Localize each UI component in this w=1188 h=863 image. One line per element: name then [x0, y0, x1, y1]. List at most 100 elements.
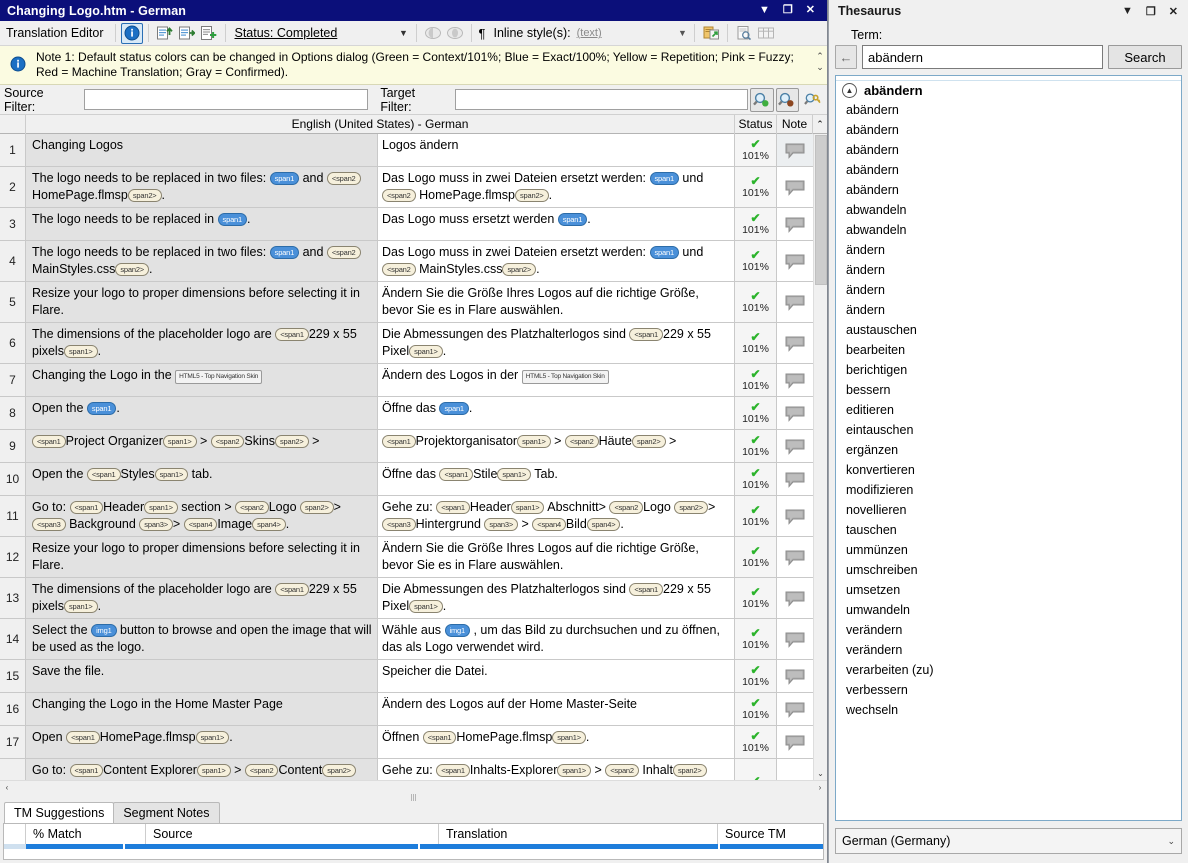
target-cell[interactable]: Ändern des Logos in der HTML5 - Top Navi… — [378, 364, 735, 396]
inline-tag[interactable]: <span2 — [382, 189, 416, 202]
note-cell[interactable] — [777, 430, 813, 462]
note-cell[interactable] — [777, 323, 813, 363]
inline-tag[interactable]: HTML5 - Top Navigation Skin — [522, 370, 609, 384]
list-item[interactable]: ergänzen — [836, 440, 1181, 460]
source-cell[interactable]: Changing the Logo in the Home Master Pag… — [26, 693, 378, 725]
status-badge[interactable]: ✔101% — [735, 660, 777, 692]
source-cell[interactable]: Open the span1. — [26, 397, 378, 429]
note-cell[interactable] — [777, 364, 813, 396]
table-row[interactable]: 5Resize your logo to proper dimensions b… — [0, 282, 813, 323]
target-cell[interactable]: Wähle aus img1 , um das Bild zu durchsuc… — [378, 619, 735, 659]
tm-col-translation[interactable]: Translation — [439, 824, 718, 844]
inline-tag[interactable]: <span1 — [66, 731, 100, 744]
row-number[interactable]: 1 — [0, 134, 26, 166]
row-number[interactable]: 11 — [0, 496, 26, 536]
status-badge[interactable]: ✔101% — [735, 726, 777, 758]
table-row[interactable]: 17Open <span1HomePage.flmspspan1>.Öffnen… — [0, 726, 813, 759]
term-input[interactable] — [862, 45, 1103, 69]
status-badge[interactable]: ✔101% — [735, 496, 777, 536]
source-cell[interactable]: Open the <span1Stylesspan1> tab. — [26, 463, 378, 495]
status-dropdown[interactable]: Status: Completed ▼ — [231, 23, 411, 43]
inline-tag[interactable]: <span3 — [32, 518, 66, 531]
chevron-down-icon-3[interactable]: ⌄ — [1167, 836, 1175, 847]
table-row[interactable]: 13The dimensions of the placeholder logo… — [0, 578, 813, 619]
inline-tag[interactable]: span2> — [115, 263, 149, 276]
table-row[interactable]: 3The logo needs to be replaced in span1.… — [0, 208, 813, 241]
source-cell[interactable]: The dimensions of the placeholder logo a… — [26, 323, 378, 363]
inline-tag[interactable]: span1> — [155, 468, 189, 481]
source-cell[interactable]: Open <span1HomePage.flmspspan1>. — [26, 726, 378, 758]
inline-tag[interactable]: span1 — [439, 402, 468, 415]
table-row[interactable]: 6The dimensions of the placeholder logo … — [0, 323, 813, 364]
list-item[interactable]: ändern — [836, 260, 1181, 280]
inline-tag[interactable]: span3> — [484, 518, 518, 531]
list-item[interactable]: eintauschen — [836, 420, 1181, 440]
inline-tag[interactable]: <span2 — [235, 501, 269, 514]
inline-tag[interactable]: span2> — [632, 435, 666, 448]
thesaurus-results[interactable]: ▲ abändern abändernabändernabändernabänd… — [835, 75, 1182, 821]
panel-splitter[interactable]: ||| — [0, 794, 827, 801]
inline-tag[interactable]: span2> — [322, 764, 356, 777]
inline-tag[interactable]: <span2 — [327, 246, 361, 259]
inline-tag[interactable]: <span1 — [275, 583, 309, 596]
source-cell[interactable]: Changing Logos — [26, 134, 378, 166]
inline-tag[interactable]: span1 — [650, 246, 679, 259]
source-cell[interactable]: The logo needs to be replaced in span1. — [26, 208, 378, 240]
list-item[interactable]: wechseln — [836, 700, 1181, 720]
table-row[interactable]: 16Changing the Logo in the Home Master P… — [0, 693, 813, 726]
inline-tag[interactable]: <span4 — [184, 518, 218, 531]
table-row[interactable]: 11Go to: <span1Headerspan1> section > <s… — [0, 496, 813, 537]
paragraph-mark-icon[interactable]: ¶ — [477, 26, 490, 41]
inline-tag[interactable]: span1> — [197, 764, 231, 777]
row-number[interactable]: 10 — [0, 463, 26, 495]
inline-tag[interactable]: <span1 — [70, 501, 104, 514]
status-badge[interactable]: ✔101% — [735, 282, 777, 322]
table-row[interactable]: 2The logo needs to be replaced in two fi… — [0, 167, 813, 208]
inline-tag[interactable]: <span2 — [382, 263, 416, 276]
status-badge[interactable]: ✔101% — [735, 364, 777, 396]
inline-tag[interactable]: <span2 — [565, 435, 599, 448]
inline-tag[interactable]: span1> — [511, 501, 545, 514]
inline-tag[interactable]: span1 — [87, 402, 116, 415]
table-row[interactable]: 10Open the <span1Stylesspan1> tab.Öffne … — [0, 463, 813, 496]
inline-tag[interactable]: span1> — [196, 731, 230, 744]
inline-tag[interactable]: HTML5 - Top Navigation Skin — [175, 370, 262, 384]
note-cell[interactable] — [777, 578, 813, 618]
tm-col-match[interactable]: % Match — [26, 824, 146, 844]
table-row[interactable]: 18Go to: <span1Content Explorerspan1> > … — [0, 759, 813, 780]
source-cell[interactable]: Go to: <span1Headerspan1> section > <spa… — [26, 496, 378, 536]
status-badge[interactable]: ✔101% — [735, 463, 777, 495]
inline-tag[interactable]: <span4 — [532, 518, 566, 531]
note-cell[interactable] — [777, 282, 813, 322]
list-item[interactable]: ummünzen — [836, 540, 1181, 560]
list-item[interactable]: abändern — [836, 180, 1181, 200]
note-cell[interactable] — [777, 660, 813, 692]
list-item[interactable]: verändern — [836, 620, 1181, 640]
list-item[interactable]: editieren — [836, 400, 1181, 420]
add-segment-icon[interactable] — [198, 23, 220, 44]
target-cell[interactable]: Das Logo muss ersetzt werden span1. — [378, 208, 735, 240]
target-cell[interactable]: Ändern Sie die Größe Ihres Logos auf die… — [378, 537, 735, 577]
status-badge[interactable]: ✔101% — [735, 167, 777, 207]
source-cell[interactable]: The logo needs to be replaced in two fil… — [26, 241, 378, 281]
arrow-left-icon[interactable]: ← — [835, 45, 857, 69]
inline-tag[interactable]: <span2 — [327, 172, 361, 185]
row-number[interactable]: 4 — [0, 241, 26, 281]
inline-tag[interactable]: span1> — [497, 468, 531, 481]
tm-col-select[interactable] — [4, 824, 26, 844]
note-scroll-up-icon[interactable]: ⌃ — [816, 51, 824, 62]
note-scroll-down-icon[interactable]: ⌄ — [816, 62, 824, 73]
inline-tag[interactable]: <span1 — [275, 328, 309, 341]
source-cell[interactable]: The dimensions of the placeholder logo a… — [26, 578, 378, 618]
inline-tag[interactable]: <span1 — [439, 468, 473, 481]
status-badge[interactable]: ✔101% — [735, 208, 777, 240]
chevron-down-icon[interactable]: ▼ — [397, 28, 411, 38]
inline-tag[interactable]: span3> — [139, 518, 173, 531]
hscroll-track[interactable] — [14, 781, 813, 795]
table-icon[interactable] — [755, 23, 777, 44]
note-cell[interactable] — [777, 759, 813, 780]
row-number[interactable]: 3 — [0, 208, 26, 240]
list-item[interactable]: novellieren — [836, 500, 1181, 520]
source-cell[interactable]: Select the img1 button to browse and ope… — [26, 619, 378, 659]
list-item[interactable]: bearbeiten — [836, 340, 1181, 360]
